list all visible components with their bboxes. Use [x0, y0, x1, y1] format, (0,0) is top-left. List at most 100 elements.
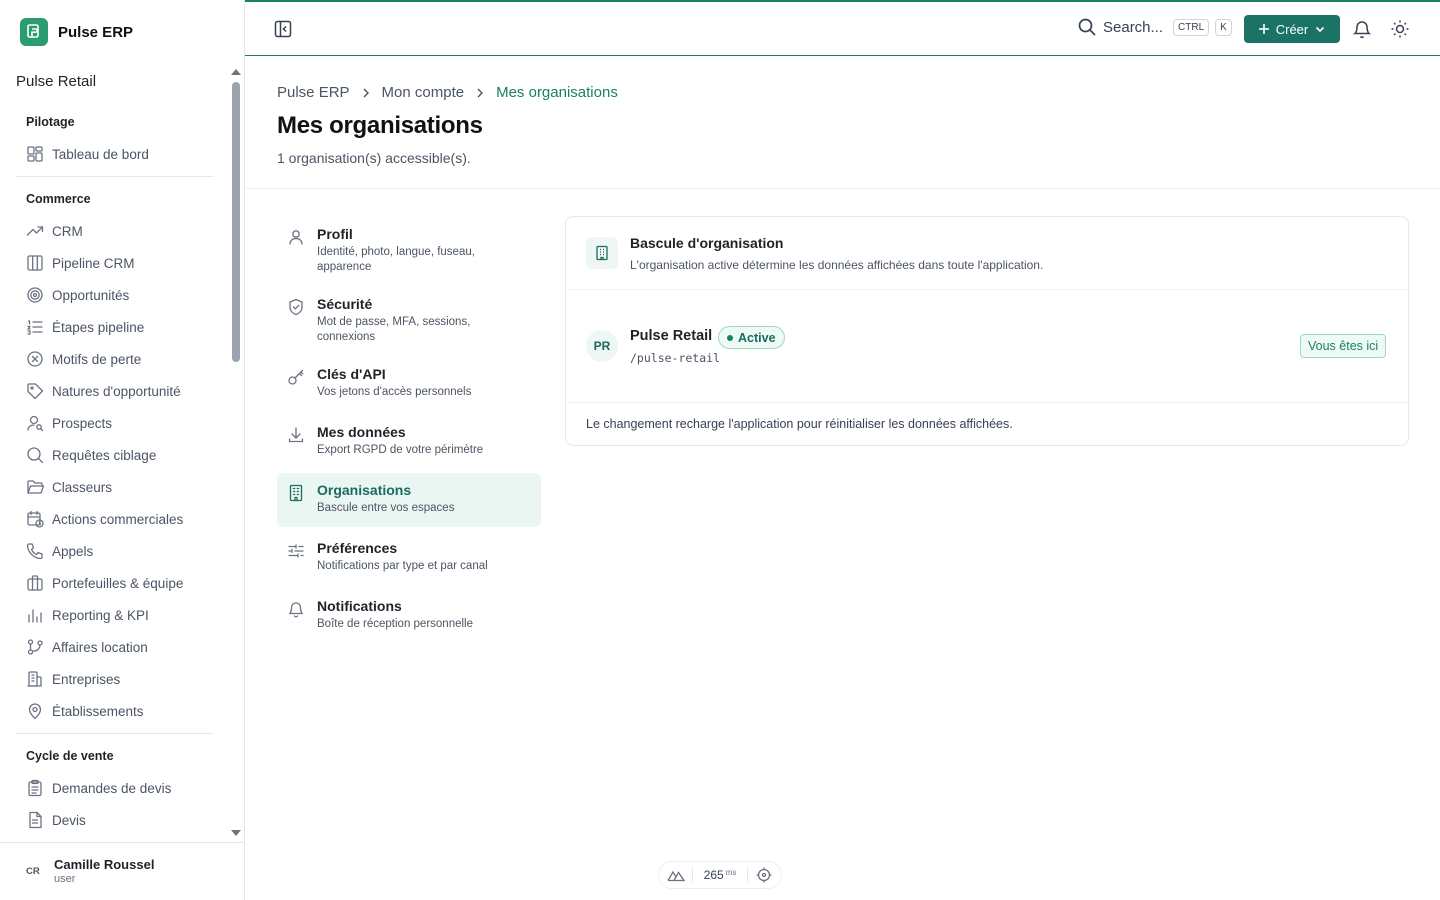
settings-nav-item-profil[interactable]: Profil Identité, photo, langue, fuseau, a… [277, 217, 541, 283]
create-button-label: Créer [1275, 21, 1309, 37]
sidebar-item-crm[interactable]: CRM [0, 215, 230, 247]
sidebar-item-label: Entreprises [52, 671, 121, 687]
card-description: L'organisation active détermine les donn… [630, 258, 1044, 272]
sidebar-item-reporting-kpi[interactable]: Reporting & KPI [0, 599, 230, 631]
sidebar-item-label: Classeurs [52, 479, 113, 495]
clipboard-list-icon [28, 779, 42, 797]
sidebar-item-classeurs[interactable]: Classeurs [0, 471, 230, 503]
user-name: Camille Roussel [54, 857, 155, 872]
settings-nav-title: Profil [317, 226, 353, 242]
sidebar-item-label: Tableau de bord [52, 146, 149, 162]
search-button[interactable]: Search... CTRL K [1077, 17, 1232, 37]
sidebar-item-requetes-ciblage[interactable]: Requêtes ciblage [0, 439, 230, 471]
sidebar-item-label: Prospects [52, 415, 113, 431]
plus-icon [1258, 24, 1269, 34]
brand[interactable]: Pulse ERP [20, 18, 133, 46]
sidebar-item-pipeline-crm[interactable]: Pipeline CRM [0, 247, 230, 279]
organization-slug: /pulse-retail [630, 351, 721, 365]
scroll-down-arrow-icon[interactable] [231, 830, 241, 836]
chevron-right-icon [363, 88, 369, 97]
sidebar-item-label: Opportunités [52, 287, 130, 303]
sidebar-item-label: Actions commerciales [52, 511, 184, 527]
search-icon [27, 447, 44, 464]
sidebar-item-label: Affaires location [52, 639, 148, 655]
breadcrumb-item-current: Mes organisations [496, 84, 618, 101]
sidebar-item-label: CRM [52, 223, 83, 239]
bar-chart-icon [28, 609, 42, 623]
card-footer-note: Le changement recharge l'application pou… [586, 417, 1013, 431]
user-menu[interactable]: CR Camille Roussel user [0, 842, 244, 900]
status-dot-icon [727, 334, 733, 341]
scroll-up-arrow-icon[interactable] [231, 69, 241, 75]
nuxt-logo-icon[interactable] [659, 868, 692, 882]
sidebar-item-entreprises[interactable]: Entreprises [0, 663, 230, 695]
toggle-sidebar-button[interactable] [273, 19, 293, 39]
sidebar-scrollbar[interactable] [232, 82, 240, 362]
current-organization[interactable]: Pulse Retail [16, 73, 96, 90]
key-icon [288, 369, 304, 385]
notifications-button[interactable] [1352, 19, 1372, 39]
sidebar-item-devis[interactable]: Devis [0, 804, 230, 836]
breadcrumb-item-mon-compte[interactable]: Mon compte [382, 84, 465, 101]
breadcrumb-item-pulse-erp[interactable]: Pulse ERP [277, 84, 350, 101]
sidebar-item-prospects[interactable]: Prospects [0, 407, 230, 439]
user-icon [289, 230, 303, 245]
brand-name: Pulse ERP [58, 23, 134, 41]
settings-nav-description: Mot de passe, MFA, sessions, connexions [317, 316, 471, 343]
sidebar-item-demandes-de-devis[interactable]: Demandes de devis [0, 772, 230, 804]
settings-nav-item-securite[interactable]: Sécurité Mot de passe, MFA, sessions, con… [277, 287, 541, 353]
settings-nav-description: Notifications par type et par canal [317, 560, 488, 572]
settings-nav-item-preferences[interactable]: Préférences Notifications par type et par… [277, 531, 541, 585]
sidebar-section-title: Commerce [26, 192, 91, 206]
calendar-clock-icon [27, 510, 44, 528]
sidebar-item-appels[interactable]: Appels [0, 535, 230, 567]
sliders-icon [288, 544, 304, 558]
settings-nav-item-notifications[interactable]: Notifications Boîte de réception personne… [277, 589, 541, 643]
circle-x-icon [27, 351, 43, 367]
page-header: Pulse ERP Mon compte Mes organisations M… [245, 56, 1440, 189]
theme-toggle-button[interactable] [1390, 19, 1410, 39]
sidebar-section-title: Pilotage [26, 115, 75, 129]
search-label: Search... [1103, 18, 1164, 36]
organization-name: Pulse Retail [630, 328, 713, 344]
sidebar-divider [16, 733, 213, 734]
organization-row[interactable]: PR Pulse Retail Active /pulse-retail Vou… [566, 291, 1408, 403]
settings-nav-title: Préférences [317, 540, 398, 556]
list-ordered-icon [27, 320, 43, 335]
sidebar-item-natures-d-opportunite[interactable]: Natures d'opportunité [0, 375, 230, 407]
columns-icon [27, 255, 43, 271]
sidebar-item-motifs-de-perte[interactable]: Motifs de perte [0, 343, 230, 375]
brand-logo-icon [20, 18, 48, 46]
sidebar-item-label: Établissements [52, 703, 144, 719]
building-icon [586, 237, 618, 269]
status-badge: Active [718, 326, 785, 349]
bell-icon [289, 602, 303, 618]
devtools-pill[interactable]: 265 ms [658, 861, 782, 889]
sidebar-divider [16, 176, 213, 177]
sidebar-item-tableau-de-bord[interactable]: Tableau de bord [0, 138, 230, 170]
settings-nav-title: Notifications [317, 598, 402, 614]
sidebar-item-etapes-pipeline[interactable]: Étapes pipeline [0, 311, 230, 343]
settings-nav-title: Mes données [317, 424, 406, 440]
page-subtitle: 1 organisation(s) accessible(s). [277, 150, 471, 166]
sidebar-item-etablissements[interactable]: Établissements [0, 695, 230, 727]
user-role: user [54, 873, 76, 885]
settings-nav-item-cles-d-api[interactable]: Clés d'API Vos jetons d'accès personnels [277, 357, 541, 411]
inspect-button[interactable] [748, 867, 781, 883]
settings-nav-title: Organisations [317, 482, 412, 498]
sidebar-item-affaires-location[interactable]: Affaires location [0, 631, 230, 663]
sidebar-item-opportunites[interactable]: Opportunités [0, 279, 230, 311]
chevron-down-icon [1316, 26, 1325, 33]
card-header: Bascule d'organisation L'organisation ac… [566, 217, 1408, 290]
building-icon [27, 671, 42, 687]
settings-nav-item-organisations[interactable]: Organisations Bascule entre vos espaces [277, 473, 541, 527]
sidebar-item-label: Étapes pipeline [52, 319, 145, 335]
sidebar-item-actions-commerciales[interactable]: Actions commerciales [0, 503, 230, 535]
shortcut-key-k: K [1215, 18, 1232, 36]
settings-nav-description: Vos jetons d'accès personnels [317, 386, 472, 398]
create-button[interactable]: Créer [1244, 15, 1340, 43]
sidebar-item-portefeuilles-equipe[interactable]: Portefeuilles & équipe [0, 567, 230, 599]
sidebar-item-label: Portefeuilles & équipe [52, 575, 184, 591]
sidebar: Pulse ERP Pulse Retail Pilotage Tableau d… [0, 0, 245, 900]
settings-nav-item-mes-donnees[interactable]: Mes données Export RGPD de votre périmètr… [277, 415, 541, 469]
